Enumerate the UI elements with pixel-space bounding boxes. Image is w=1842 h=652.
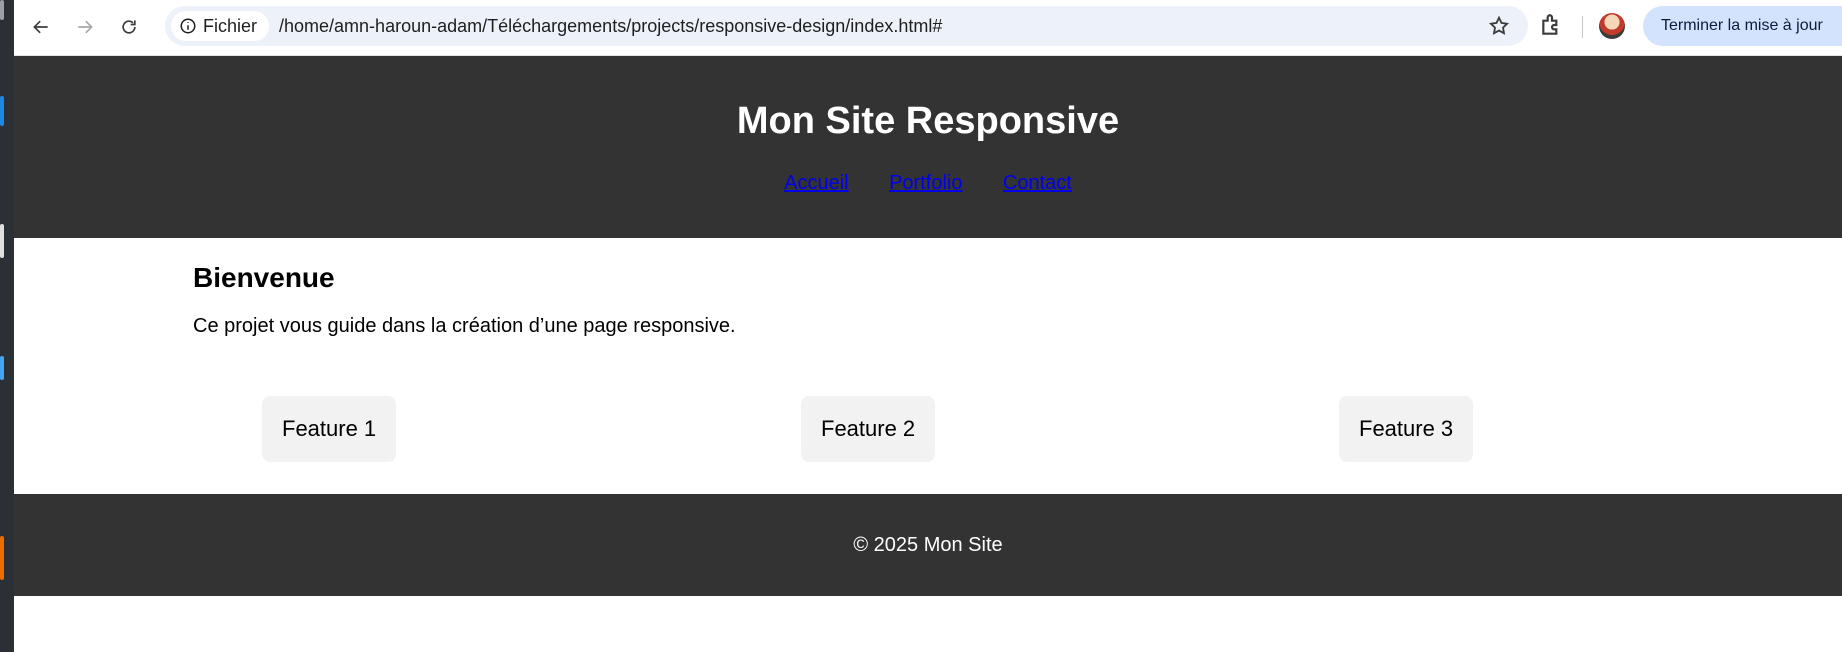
feature-card-3: Feature 3 [1339, 396, 1474, 462]
browser-toolbar: Fichier /home/amn-haroun-adam/Télécharge… [14, 0, 1842, 56]
forward-button[interactable] [68, 10, 102, 44]
extensions-icon[interactable] [1539, 12, 1565, 38]
back-button[interactable] [24, 10, 58, 44]
page-viewport: Mon Site Responsive Accueil Portfolio Co… [14, 56, 1842, 652]
os-dock [0, 0, 14, 652]
dock-indicator [0, 536, 4, 580]
nav-link-portfolio[interactable]: Portfolio [889, 172, 962, 195]
main-content: Bienvenue Ce projet vous guide dans la c… [193, 261, 1663, 338]
footer-text: © 2025 Mon Site [853, 533, 1003, 556]
url-text[interactable]: /home/amn-haroun-adam/Téléchargements/pr… [279, 16, 942, 37]
site-nav: Accueil Portfolio Contact [14, 172, 1842, 195]
section-heading: Bienvenue [193, 262, 335, 293]
site-info-label: Fichier [203, 15, 258, 36]
dock-indicator [0, 356, 4, 380]
site-info-chip[interactable]: Fichier [171, 11, 270, 41]
dock-indicator [0, 96, 4, 126]
dock-indicator [0, 0, 4, 20]
feature-card-1: Feature 1 [262, 396, 397, 462]
reload-icon [122, 20, 136, 34]
bookmark-star-icon[interactable] [1488, 15, 1510, 37]
reload-button[interactable] [112, 10, 146, 44]
address-bar[interactable]: Fichier /home/amn-haroun-adam/Télécharge… [165, 6, 1528, 46]
update-button[interactable]: Terminer la mise à jour [1643, 6, 1842, 46]
arrow-right-icon [78, 20, 93, 34]
intro-text: Ce projet vous guide dans la création d’… [193, 315, 736, 337]
profile-avatar[interactable] [1599, 13, 1625, 39]
site-title: Mon Site Responsive [736, 100, 1120, 142]
dock-indicator [0, 224, 4, 258]
arrow-left-icon [33, 20, 48, 34]
toolbar-divider [1582, 16, 1583, 38]
nav-link-accueil[interactable]: Accueil [784, 172, 848, 195]
info-icon [180, 18, 196, 34]
nav-link-contact[interactable]: Contact [1003, 172, 1072, 195]
feature-card-2: Feature 2 [801, 396, 936, 462]
update-button-label: Terminer la mise à jour [1661, 17, 1823, 34]
site-header: Mon Site Responsive Accueil Portfolio Co… [14, 56, 1842, 238]
site-footer: © 2025 Mon Site [14, 494, 1842, 596]
